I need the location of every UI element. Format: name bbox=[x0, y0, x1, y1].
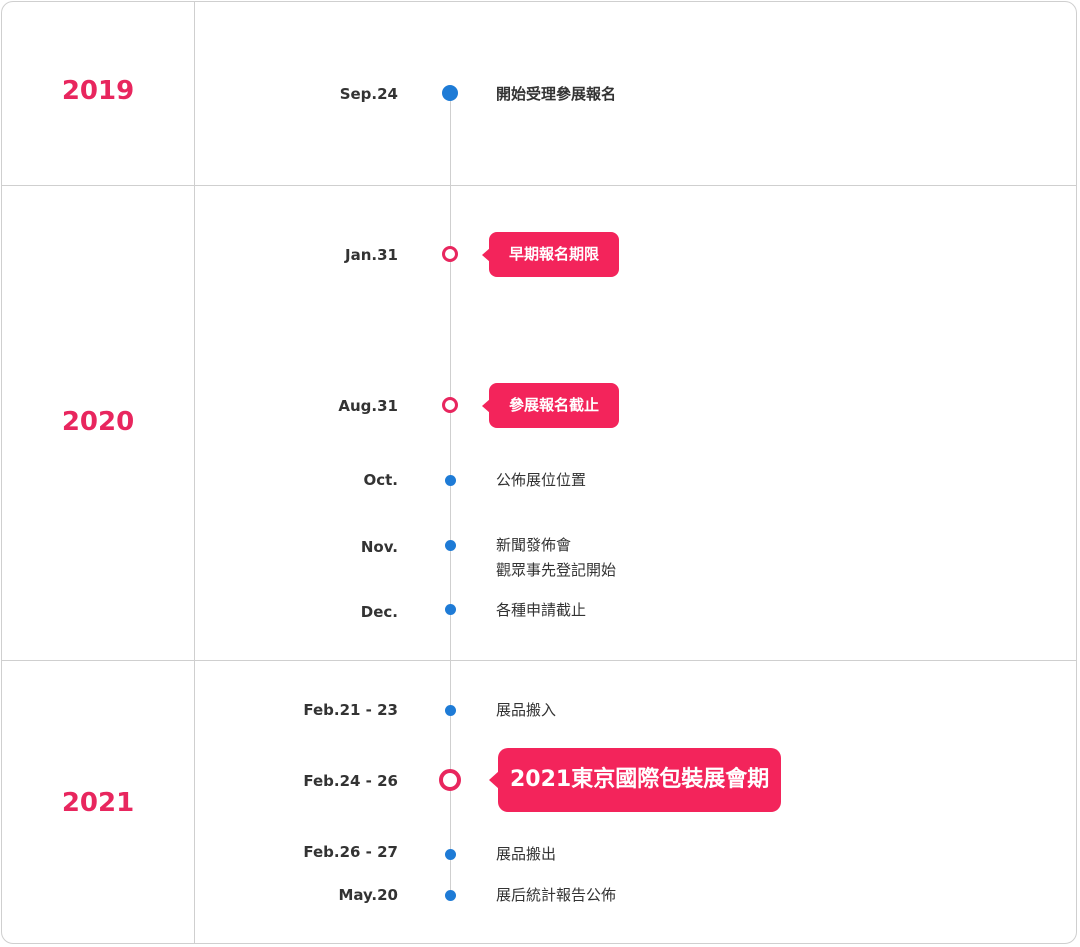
timeline-dot bbox=[445, 705, 456, 716]
event-date: Aug.31 bbox=[338, 397, 398, 415]
event-date: Dec. bbox=[360, 603, 398, 621]
highlight-bubble: 2021東京國際包裝展會期 bbox=[488, 748, 782, 812]
event-label: 觀眾事先登記開始 bbox=[496, 561, 617, 579]
timeline-table: 2019 2020 2021 Sep.24 開始受理參展報名 Jan.31 早期… bbox=[1, 1, 1077, 944]
timeline-dot bbox=[445, 849, 456, 860]
event-label: 各種申請截止 bbox=[496, 601, 587, 619]
highlight-bubble: 早期報名期限 bbox=[481, 232, 620, 277]
event-date: Oct. bbox=[363, 471, 398, 489]
year-2019: 2019 bbox=[61, 76, 135, 106]
event-label: 新聞發佈會 bbox=[496, 536, 572, 554]
row-divider-2020 bbox=[2, 660, 1076, 661]
event-label: 展品搬出 bbox=[496, 845, 557, 863]
timeline-dot bbox=[445, 890, 456, 901]
event-label: 展品搬入 bbox=[496, 701, 557, 719]
event-label: 展后統計報告公佈 bbox=[496, 886, 617, 904]
timeline-dot bbox=[445, 475, 456, 486]
column-divider bbox=[194, 2, 195, 943]
event-date: Feb.24 - 26 bbox=[303, 772, 398, 790]
year-2020: 2020 bbox=[61, 407, 135, 437]
event-date: Jan.31 bbox=[345, 246, 398, 264]
timeline-dot bbox=[445, 604, 456, 615]
timeline-ring-dot bbox=[439, 769, 461, 791]
timeline-ring-dot bbox=[442, 397, 458, 413]
event-label: 公佈展位位置 bbox=[496, 471, 587, 489]
event-date: May.20 bbox=[338, 886, 398, 904]
event-date: Feb.26 - 27 bbox=[303, 843, 398, 861]
highlight-bubble: 參展報名截止 bbox=[481, 383, 620, 428]
event-date: Nov. bbox=[360, 538, 398, 556]
event-date: Sep.24 bbox=[339, 85, 398, 103]
timeline-dot bbox=[445, 540, 456, 551]
row-divider-2019 bbox=[2, 185, 1076, 186]
timeline-dot bbox=[442, 85, 458, 101]
year-2021: 2021 bbox=[61, 788, 135, 818]
event-date: Feb.21 - 23 bbox=[303, 701, 398, 719]
event-label: 開始受理參展報名 bbox=[496, 85, 617, 103]
timeline-ring-dot bbox=[442, 246, 458, 262]
